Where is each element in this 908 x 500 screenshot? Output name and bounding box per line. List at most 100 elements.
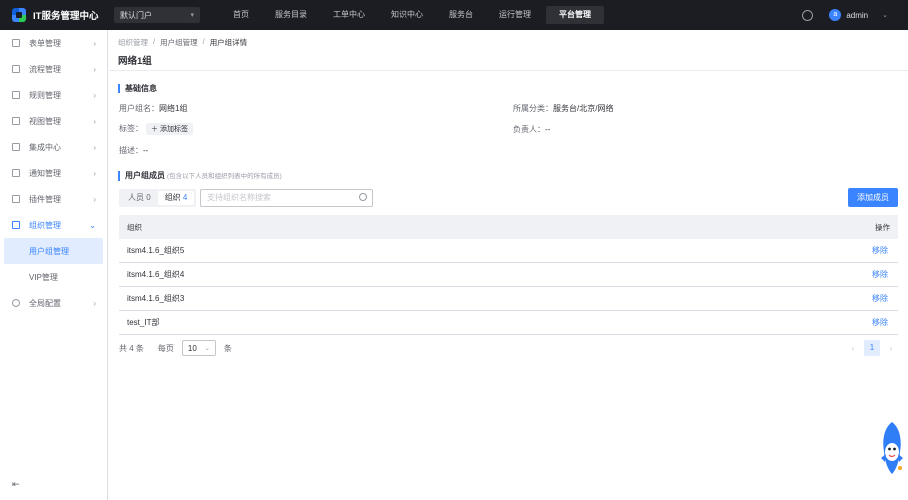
remove-link[interactable]: 移除 (872, 317, 888, 328)
chevron-down-icon[interactable]: ⌄ (882, 11, 888, 19)
nav-operations[interactable]: 运行管理 (486, 6, 544, 24)
plus-icon: ＋ (151, 126, 160, 133)
page-number[interactable]: 1 (864, 340, 880, 356)
description-field: 描述：-- (119, 146, 149, 155)
flow-icon (12, 65, 20, 73)
chevron-right-icon: › (93, 90, 96, 100)
sidebar-subitem-user-group[interactable]: 用户组管理 (4, 238, 103, 264)
sidebar-item-label: 规则管理 (29, 90, 61, 100)
prev-page-icon[interactable]: ‹ (846, 344, 860, 353)
main-content: 组织管理 / 用户组管理 / 用户组详情 网络1组 基础信息 用户组名：网络1组… (109, 30, 908, 500)
portal-select[interactable]: 默认门户 ▾ (114, 7, 200, 23)
top-bar: IT服务管理中心 默认门户 ▾ 首页 服务目录 工单中心 知识中心 服务台 运行… (0, 0, 908, 30)
org-search-input[interactable]: 支持组织名称搜索 (200, 189, 373, 207)
chevron-right-icon: › (93, 38, 96, 48)
sidebar-item-view[interactable]: 视图管理 › (0, 108, 107, 134)
org-name: test_IT部 (127, 318, 160, 327)
app-logo-icon (12, 8, 26, 22)
sidebar-item-label: 表单管理 (29, 38, 61, 48)
sidebar-item-flow[interactable]: 流程管理 › (0, 56, 107, 82)
chevron-right-icon: › (93, 194, 96, 204)
next-page-icon[interactable]: › (884, 344, 898, 353)
breadcrumb: 组织管理 / 用户组管理 / 用户组详情 (118, 37, 248, 48)
org-icon (12, 221, 20, 229)
sidebar-item-label: 组织管理 (29, 220, 61, 230)
breadcrumb-item[interactable]: 组织管理 (118, 37, 148, 48)
remove-link[interactable]: 移除 (872, 269, 888, 280)
rule-icon (12, 91, 20, 99)
members-table: 组织 操作 itsm4.1.6_组织5 移除 itsm4.1.6_组织4 移除 … (119, 215, 898, 335)
table-row: itsm4.1.6_组织5 移除 (119, 239, 898, 263)
nav-service-desk[interactable]: 服务台 (436, 6, 486, 24)
column-header-org: 组织 (127, 222, 142, 232)
form-icon (12, 39, 20, 47)
sidebar-item-label: 插件管理 (29, 194, 61, 204)
nav-ticket-center[interactable]: 工单中心 (320, 6, 378, 24)
sidebar: 表单管理 › 流程管理 › 规则管理 › 视图管理 › 集成中心 › 通知管理 … (0, 30, 108, 500)
nav-knowledge-center[interactable]: 知识中心 (378, 6, 436, 24)
settings-icon (12, 299, 20, 307)
remove-link[interactable]: 移除 (872, 245, 888, 256)
page-title: 网络1组 (118, 56, 152, 67)
sidebar-item-label: 全局配置 (29, 298, 61, 308)
chevron-right-icon: › (93, 168, 96, 178)
chevron-down-icon: ⌄ (204, 345, 210, 352)
sidebar-item-org[interactable]: 组织管理 ⌄ (0, 212, 107, 238)
collapse-sidebar-icon[interactable]: ⇤ (12, 479, 20, 490)
pagination-left: 共 4 条 每页 10 ⌄ 条 (119, 340, 232, 356)
table-row: itsm4.1.6_组织3 移除 (119, 287, 898, 311)
nav-service-catalog[interactable]: 服务目录 (262, 6, 320, 24)
table-row: test_IT部 移除 (119, 311, 898, 335)
sidebar-item-rule[interactable]: 规则管理 › (0, 82, 107, 108)
gear-icon[interactable] (802, 9, 814, 21)
nav-platform-management[interactable]: 平台管理 (546, 6, 604, 24)
table-row: itsm4.1.6_组织4 移除 (119, 263, 898, 287)
chevron-right-icon: › (93, 116, 96, 126)
portal-select-value: 默认门户 (120, 10, 152, 20)
tag-field: 标签：＋ 添加标签 (119, 123, 193, 135)
view-icon (12, 117, 20, 125)
column-header-op: 操作 (875, 222, 890, 232)
group-name-field: 用户组名：网络1组 (119, 104, 188, 113)
plugin-icon (12, 195, 20, 203)
sidebar-item-global-config[interactable]: 全局配置 › (0, 290, 107, 316)
basic-info-title: 基础信息 (118, 84, 157, 93)
main-nav: 首页 服务目录 工单中心 知识中心 服务台 运行管理 平台管理 (220, 0, 604, 30)
org-name: itsm4.1.6_组织3 (127, 294, 185, 303)
sidebar-item-integration[interactable]: 集成中心 › (0, 134, 107, 160)
members-title: 用户组成员 (包含以下人员和组织列表中的所有成员) (118, 171, 282, 181)
sidebar-item-notification[interactable]: 通知管理 › (0, 160, 107, 186)
total-count: 共 4 条 (119, 343, 144, 353)
helper-mascot-icon[interactable] (878, 418, 906, 480)
tab-org[interactable]: 组织 4 (157, 191, 195, 205)
tab-people[interactable]: 人员 0 (121, 191, 158, 205)
chevron-right-icon: › (93, 64, 96, 74)
owner-field: 负责人：-- (513, 125, 551, 134)
pagination-right: ‹ 1 › (846, 340, 898, 356)
remove-link[interactable]: 移除 (872, 293, 888, 304)
app-title: IT服务管理中心 (33, 11, 99, 22)
org-name: itsm4.1.6_组织5 (127, 246, 185, 255)
avatar[interactable]: a (829, 9, 842, 21)
nav-home[interactable]: 首页 (220, 6, 262, 24)
member-type-tabs: 人员 0 组织 4 (119, 189, 197, 207)
breadcrumb-item[interactable]: 用户组管理 (160, 37, 198, 48)
integration-icon (12, 143, 20, 151)
add-tag-button[interactable]: ＋ 添加标签 (146, 123, 193, 135)
per-page-unit: 条 (223, 343, 232, 353)
sidebar-item-label: 集成中心 (29, 142, 61, 152)
chevron-down-icon: ▾ (190, 12, 194, 19)
sidebar-subitem-vip[interactable]: VIP管理 (0, 264, 107, 290)
members-hint: (包含以下人员和组织列表中的所有成员) (167, 173, 282, 180)
username[interactable]: admin (846, 11, 868, 20)
add-member-button[interactable]: 添加成员 (848, 188, 898, 207)
search-icon (359, 193, 367, 201)
breadcrumb-current: 用户组详情 (209, 38, 248, 47)
page-size-select[interactable]: 10 ⌄ (181, 340, 216, 356)
chevron-right-icon: › (93, 298, 96, 308)
sidebar-item-form[interactable]: 表单管理 › (0, 30, 107, 56)
sidebar-item-plugin[interactable]: 插件管理 › (0, 186, 107, 212)
divider (109, 70, 908, 71)
sidebar-item-label: 通知管理 (29, 168, 61, 178)
chevron-right-icon: › (93, 142, 96, 152)
